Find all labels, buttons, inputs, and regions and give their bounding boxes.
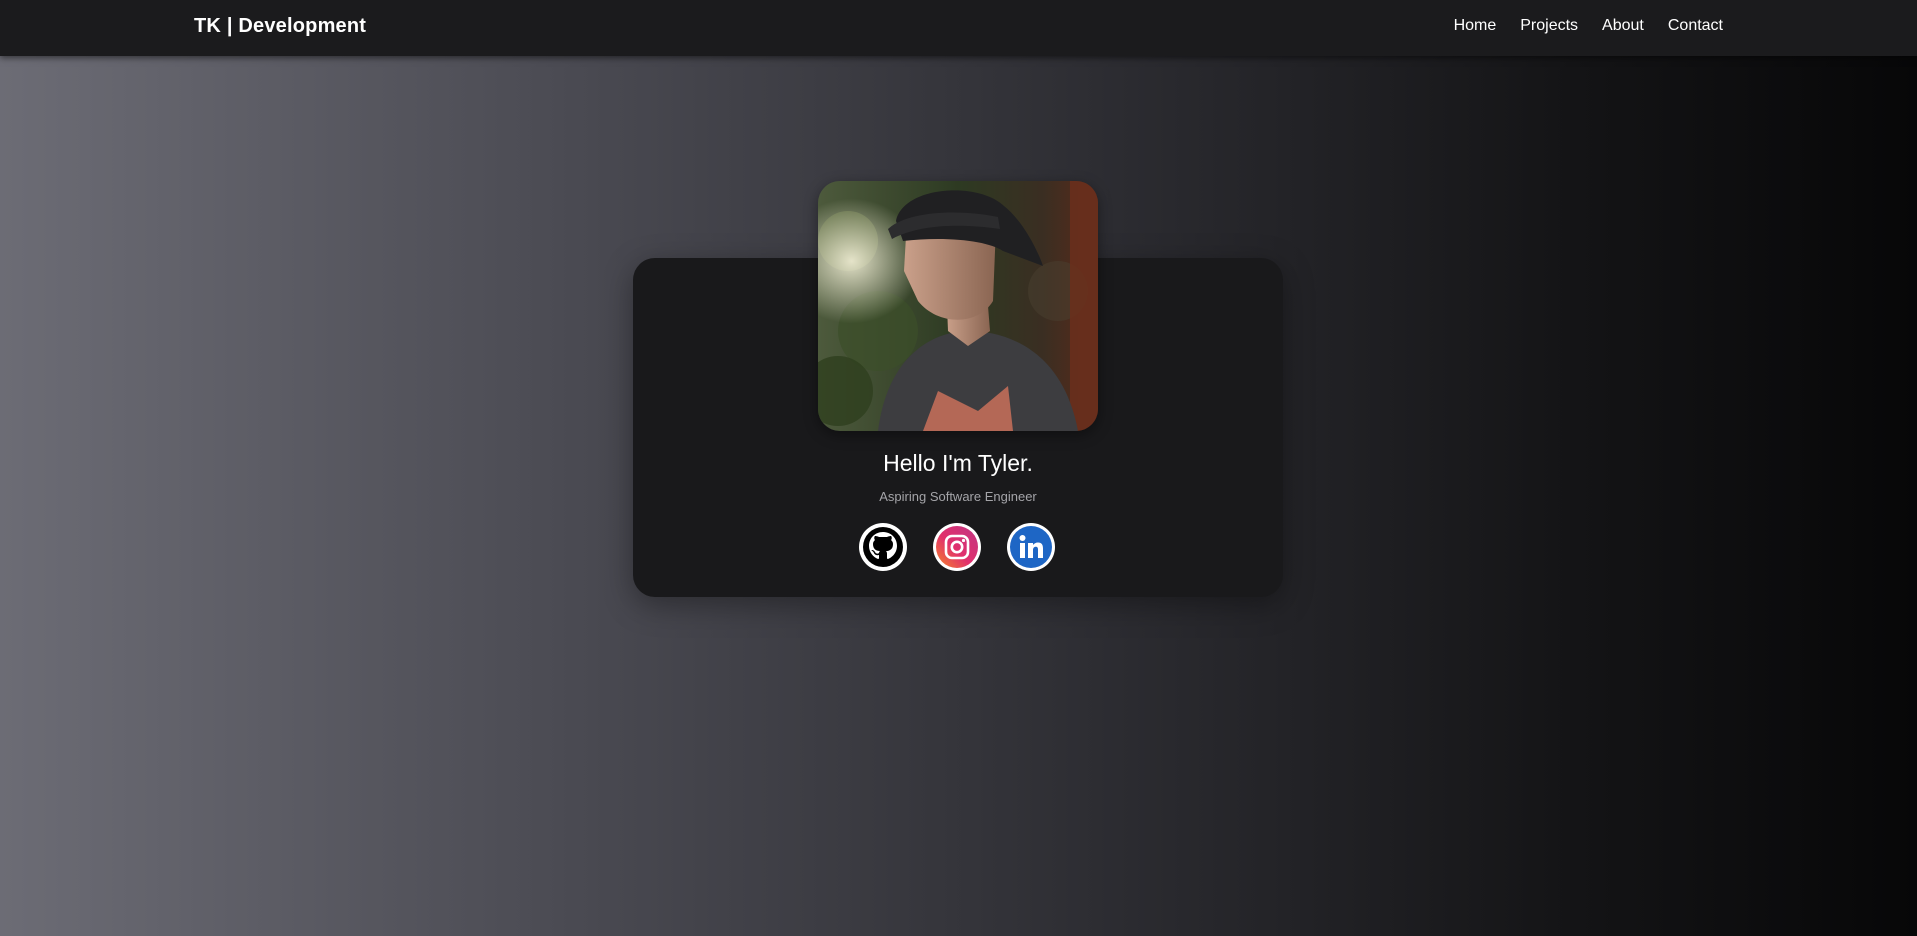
linkedin-icon <box>1007 523 1055 571</box>
nav-link-projects[interactable]: Projects <box>1520 17 1578 35</box>
github-icon <box>859 523 907 571</box>
instagram-icon <box>933 523 981 571</box>
nav-link-contact[interactable]: Contact <box>1668 17 1723 35</box>
brand-logo[interactable]: TK | Development <box>194 15 366 38</box>
instagram-link[interactable] <box>932 522 982 572</box>
linkedin-link[interactable] <box>1006 522 1056 572</box>
nav-link-home[interactable]: Home <box>1454 17 1497 35</box>
greeting-heading: Hello I'm Tyler. <box>883 450 1033 476</box>
subtitle-text: Aspiring Software Engineer <box>879 489 1037 504</box>
navbar: TK | Development Home Projects About Con… <box>0 0 1917 56</box>
social-links <box>858 522 1056 572</box>
nav-links: Home Projects About Contact <box>1454 17 1723 35</box>
github-link[interactable] <box>858 522 908 572</box>
profile-photo <box>818 181 1098 431</box>
nav-link-about[interactable]: About <box>1602 17 1644 35</box>
